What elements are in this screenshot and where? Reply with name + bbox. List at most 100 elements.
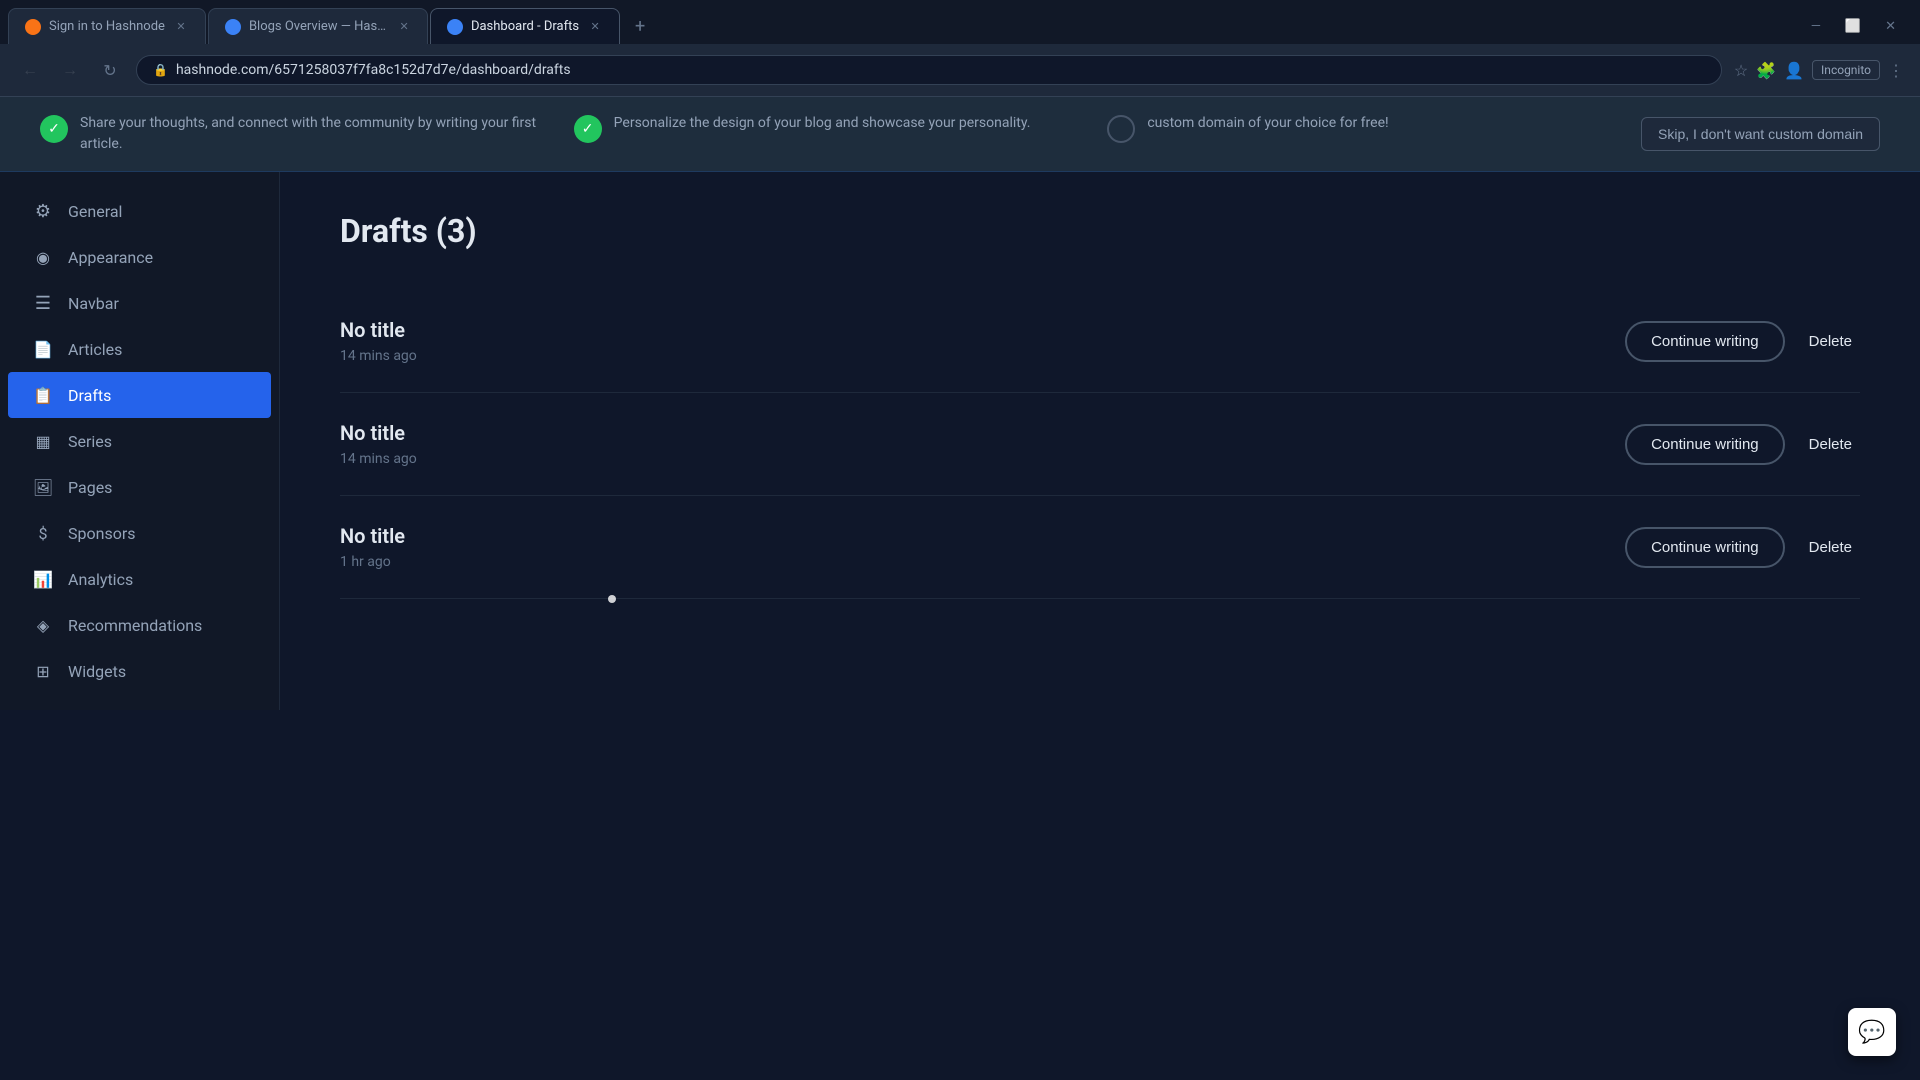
pages-icon: 🖼 xyxy=(32,476,54,498)
sidebar-label-general: General xyxy=(68,202,122,221)
refresh-button[interactable]: ↻ xyxy=(96,56,124,84)
series-icon: ▦ xyxy=(32,430,54,452)
circle-icon-3 xyxy=(1107,115,1135,143)
sidebar-item-series[interactable]: ▦ Series xyxy=(8,418,271,464)
sidebar-label-recommendations: Recommendations xyxy=(68,616,202,635)
url-bar[interactable]: 🔒 hashnode.com/6571258037f7fa8c152d7d7e/… xyxy=(136,55,1722,85)
banner-text-2: Personalize the design of your blog and … xyxy=(614,113,1031,134)
sidebar-label-widgets: Widgets xyxy=(68,662,126,681)
draft-item-2: No title 14 mins ago Continue writing De… xyxy=(340,393,1860,496)
draft-time-1: 14 mins ago xyxy=(340,348,417,364)
close-window-button[interactable]: ✕ xyxy=(1877,15,1904,38)
url-text: hashnode.com/6571258037f7fa8c152d7d7e/da… xyxy=(176,62,571,78)
continue-writing-button-3[interactable]: Continue writing xyxy=(1625,527,1785,568)
sidebar-item-drafts[interactable]: 📋 Drafts xyxy=(8,372,271,418)
draft-actions-1: Continue writing Delete xyxy=(1625,321,1860,362)
sidebar-item-general[interactable]: ⚙ General xyxy=(8,188,271,234)
sponsors-icon: $ xyxy=(32,522,54,544)
banner-item-2: ✓ Personalize the design of your blog an… xyxy=(574,113,1076,155)
continue-writing-button-2[interactable]: Continue writing xyxy=(1625,424,1785,465)
sidebar-item-pages[interactable]: 🖼 Pages xyxy=(8,464,271,510)
banner-item-3: custom domain of your choice for free! xyxy=(1107,113,1609,155)
tab-dashboard-drafts[interactable]: Dashboard - Drafts ✕ xyxy=(430,8,620,44)
back-button[interactable]: ← xyxy=(16,56,44,84)
bookmark-icon[interactable]: ☆ xyxy=(1734,61,1748,80)
draft-item-3: No title 1 hr ago Continue writing Delet… xyxy=(340,496,1860,599)
sidebar-item-navbar[interactable]: ☰ Navbar xyxy=(8,280,271,326)
sidebar-item-analytics[interactable]: 📊 Analytics xyxy=(8,556,271,602)
lock-icon: 🔒 xyxy=(153,63,168,77)
draft-info-1: No title 14 mins ago xyxy=(340,318,417,364)
check-icon-2: ✓ xyxy=(574,115,602,143)
tab-favicon-1 xyxy=(25,19,41,35)
sidebar-label-articles: Articles xyxy=(68,340,122,359)
sidebar-label-pages: Pages xyxy=(68,478,112,497)
analytics-icon: 📊 xyxy=(32,568,54,590)
content-area: Drafts (3) No title 14 mins ago Continue… xyxy=(280,172,1920,710)
main-container: ⚙ General ◉ Appearance ☰ Navbar 📄 Articl… xyxy=(0,172,1920,710)
browser-chrome: Sign in to Hashnode ✕ Blogs Overview — H… xyxy=(0,0,1920,97)
sidebar-item-recommendations[interactable]: ◈ Recommendations xyxy=(8,602,271,648)
delete-button-1[interactable]: Delete xyxy=(1801,325,1860,358)
continue-writing-button-1[interactable]: Continue writing xyxy=(1625,321,1785,362)
sidebar-label-drafts: Drafts xyxy=(68,386,111,405)
page-title: Drafts (3) xyxy=(340,212,1860,250)
tab-close-3[interactable]: ✕ xyxy=(587,19,603,35)
tab-blogs-overview[interactable]: Blogs Overview — Hashnode ✕ xyxy=(208,8,428,44)
menu-icon[interactable]: ⋮ xyxy=(1888,61,1904,80)
maximize-button[interactable]: ⬜ xyxy=(1837,15,1869,38)
onboarding-banner: ✓ Share your thoughts, and connect with … xyxy=(0,97,1920,172)
new-tab-button[interactable]: + xyxy=(626,12,654,40)
draft-item-1: No title 14 mins ago Continue writing De… xyxy=(340,290,1860,393)
delete-button-2[interactable]: Delete xyxy=(1801,428,1860,461)
profile-icon[interactable]: 👤 xyxy=(1784,61,1804,80)
tab-favicon-3 xyxy=(447,19,463,35)
banner-text-1: Share your thoughts, and connect with th… xyxy=(80,113,542,155)
articles-icon: 📄 xyxy=(32,338,54,360)
tab-controls: — ⬜ ✕ xyxy=(1803,15,1920,38)
sidebar: ⚙ General ◉ Appearance ☰ Navbar 📄 Articl… xyxy=(0,172,280,710)
tab-bar: Sign in to Hashnode ✕ Blogs Overview — H… xyxy=(0,0,1920,44)
incognito-badge: Incognito xyxy=(1812,60,1880,80)
tab-close-1[interactable]: ✕ xyxy=(173,19,189,35)
recommendations-icon: ◈ xyxy=(32,614,54,636)
sidebar-label-analytics: Analytics xyxy=(68,570,133,589)
navbar-icon: ☰ xyxy=(32,292,54,314)
widgets-icon: ⊞ xyxy=(32,660,54,682)
drafts-icon: 📋 xyxy=(32,384,54,406)
extension-icon[interactable]: 🧩 xyxy=(1756,61,1776,80)
banner-text-3: custom domain of your choice for free! xyxy=(1147,113,1388,134)
sidebar-item-appearance[interactable]: ◉ Appearance xyxy=(8,234,271,280)
delete-button-3[interactable]: Delete xyxy=(1801,531,1860,564)
minimize-button[interactable]: — xyxy=(1803,15,1829,38)
draft-title-3: No title xyxy=(340,524,405,548)
draft-time-3: 1 hr ago xyxy=(340,554,405,570)
draft-time-2: 14 mins ago xyxy=(340,451,417,467)
appearance-icon: ◉ xyxy=(32,246,54,268)
tab-close-2[interactable]: ✕ xyxy=(397,19,411,35)
sidebar-label-appearance: Appearance xyxy=(68,248,153,267)
sidebar-item-articles[interactable]: 📄 Articles xyxy=(8,326,271,372)
draft-info-3: No title 1 hr ago xyxy=(340,524,405,570)
draft-title-1: No title xyxy=(340,318,417,342)
chat-widget[interactable]: 💬 xyxy=(1848,1008,1896,1056)
address-bar: ← → ↻ 🔒 hashnode.com/6571258037f7fa8c152… xyxy=(0,44,1920,96)
tab-sign-in[interactable]: Sign in to Hashnode ✕ xyxy=(8,8,206,44)
tab-label-3: Dashboard - Drafts xyxy=(471,19,579,34)
draft-actions-3: Continue writing Delete xyxy=(1625,527,1860,568)
sidebar-label-navbar: Navbar xyxy=(68,294,119,313)
tab-label-2: Blogs Overview — Hashnode xyxy=(249,19,389,34)
gear-icon: ⚙ xyxy=(32,200,54,222)
sidebar-item-sponsors[interactable]: $ Sponsors xyxy=(8,510,271,556)
draft-title-2: No title xyxy=(340,421,417,445)
draft-info-2: No title 14 mins ago xyxy=(340,421,417,467)
sidebar-label-sponsors: Sponsors xyxy=(68,524,136,543)
chat-icon: 💬 xyxy=(1858,1020,1885,1045)
sidebar-label-series: Series xyxy=(68,432,112,451)
forward-button[interactable]: → xyxy=(56,56,84,84)
sidebar-item-widgets[interactable]: ⊞ Widgets xyxy=(8,648,271,694)
draft-actions-2: Continue writing Delete xyxy=(1625,424,1860,465)
banner-item-1: ✓ Share your thoughts, and connect with … xyxy=(40,113,542,155)
tab-favicon-2 xyxy=(225,19,241,35)
skip-custom-domain-button[interactable]: Skip, I don't want custom domain xyxy=(1641,117,1880,151)
